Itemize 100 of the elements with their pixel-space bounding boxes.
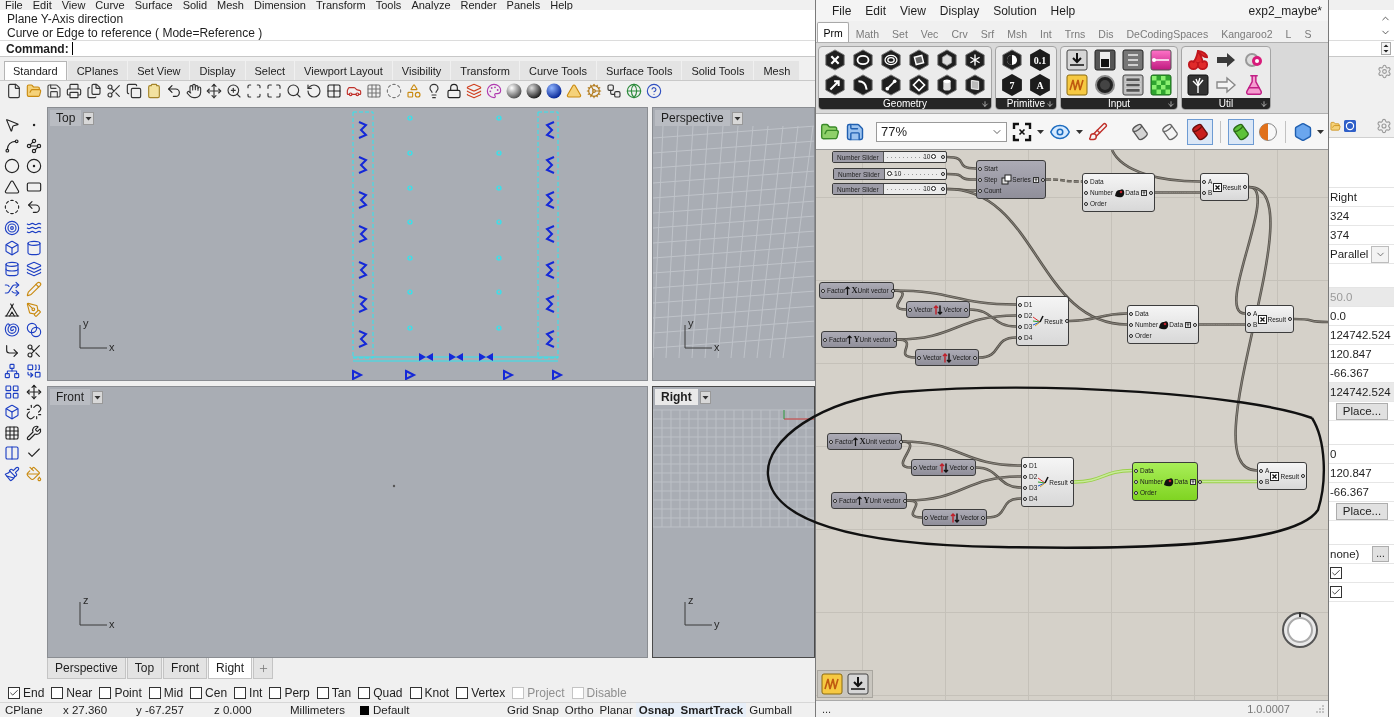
toolbar-tab[interactable]: Transform xyxy=(451,61,520,80)
brush-icon[interactable] xyxy=(1088,121,1108,142)
circle-dot-icon[interactable] xyxy=(26,158,42,174)
rotate-arrow-icon[interactable] xyxy=(306,83,322,99)
menu-item[interactable]: Solution xyxy=(993,3,1037,18)
port-icon[interactable] xyxy=(1247,322,1251,327)
new-file-icon[interactable] xyxy=(6,83,22,99)
move-arrows-icon[interactable] xyxy=(206,83,222,99)
slider-knob[interactable] xyxy=(931,154,937,159)
slider-knob[interactable] xyxy=(887,171,892,176)
status-toggle[interactable]: Gumball xyxy=(746,703,796,717)
port-icon[interactable] xyxy=(1023,463,1027,468)
checkbox[interactable] xyxy=(99,687,112,699)
checkbox[interactable] xyxy=(269,687,282,699)
glyph-hexagon-button[interactable]: 7 xyxy=(1001,74,1023,96)
cplane-label[interactable]: CPlane xyxy=(0,703,50,717)
port-icon[interactable] xyxy=(1134,468,1138,473)
contrast-hexagon-icon[interactable] xyxy=(1001,49,1023,71)
osnap-option[interactable]: Int xyxy=(234,686,263,700)
port-icon[interactable] xyxy=(1018,335,1022,340)
port-icon[interactable] xyxy=(1134,490,1138,495)
cylinder-icon[interactable] xyxy=(26,240,42,256)
layers-icon[interactable] xyxy=(26,260,42,277)
clipboard-icon[interactable] xyxy=(146,83,162,99)
cube-icon[interactable] xyxy=(4,404,20,420)
ring-hexagon-icon[interactable] xyxy=(852,49,874,71)
menu-item[interactable]: Curve xyxy=(95,0,125,10)
component-tab[interactable]: L xyxy=(1279,25,1298,42)
component-tab[interactable]: S xyxy=(1297,25,1318,42)
lines-tile-icon[interactable] xyxy=(1122,49,1144,71)
boxed-tee-icon[interactable] xyxy=(1185,321,1191,328)
scissors-icon[interactable] xyxy=(26,342,42,359)
port-icon[interactable] xyxy=(898,439,903,444)
port-icon[interactable] xyxy=(1243,185,1247,189)
port-icon[interactable] xyxy=(1129,333,1133,338)
move-arrows-icon[interactable] xyxy=(26,383,42,400)
cylinder-hexagon-icon[interactable] xyxy=(936,74,958,96)
target-icon[interactable] xyxy=(4,219,20,236)
knob-icon[interactable] xyxy=(1094,74,1116,96)
toolbar-tab[interactable]: Display xyxy=(190,61,245,80)
help-icon[interactable] xyxy=(646,83,662,99)
caret-icon[interactable] xyxy=(1037,129,1044,134)
grid-icon[interactable] xyxy=(4,424,20,441)
viewport[interactable]: Front z x xyxy=(47,386,648,658)
component-tab[interactable]: Kangaroo2 xyxy=(1214,25,1280,42)
line-hexagon-icon[interactable] xyxy=(880,74,902,96)
viewport-title[interactable]: Perspective xyxy=(655,110,730,126)
port-icon[interactable] xyxy=(978,177,982,182)
viewport-tab[interactable]: Right xyxy=(208,658,253,679)
viewport[interactable]: Right z y xyxy=(652,386,815,658)
port-icon[interactable] xyxy=(913,465,917,470)
osnap-option[interactable]: Point xyxy=(99,686,142,700)
hand-icon[interactable] xyxy=(186,83,202,99)
broken-link-icon[interactable] xyxy=(26,404,42,420)
osnap-option[interactable]: End xyxy=(8,686,45,700)
port-icon[interactable] xyxy=(1018,302,1022,307)
property-checkbox[interactable] xyxy=(1330,567,1342,579)
overlapping-circles-icon[interactable] xyxy=(26,322,42,338)
menu-item[interactable]: Transform xyxy=(315,0,366,10)
port-icon[interactable] xyxy=(1129,311,1133,316)
arrow-hexagon-icon[interactable] xyxy=(824,74,846,96)
menu-item[interactable]: View xyxy=(61,0,86,10)
wrench-icon[interactable] xyxy=(26,424,42,441)
port-icon[interactable] xyxy=(1193,322,1197,327)
property-checkbox[interactable] xyxy=(1330,586,1342,598)
boxed-tee-icon[interactable] xyxy=(1141,189,1147,196)
grid-icon[interactable] xyxy=(4,383,20,400)
triangle-icon[interactable] xyxy=(4,178,20,195)
toolbar-tab[interactable]: Solid Tools xyxy=(682,61,754,80)
spinner-arrows-icon[interactable] xyxy=(1381,42,1391,55)
component-tab[interactable]: Msh xyxy=(1000,25,1034,42)
zigzag-tile-icon[interactable] xyxy=(1066,74,1088,96)
port-icon[interactable] xyxy=(821,288,825,293)
port-icon[interactable] xyxy=(1247,311,1251,316)
cross-hexagon-icon[interactable] xyxy=(824,49,846,71)
network-icon[interactable] xyxy=(4,363,20,379)
units-label[interactable]: Millimeters xyxy=(278,703,356,717)
cube-icon[interactable] xyxy=(4,240,20,256)
crossing-arrows-icon[interactable] xyxy=(4,281,20,297)
printer-icon[interactable] xyxy=(66,83,82,99)
corner-arrow-icon[interactable] xyxy=(4,342,20,359)
status-toggle[interactable]: Osnap xyxy=(635,703,678,717)
port-icon[interactable] xyxy=(978,188,982,193)
status-toggle[interactable]: SmartTrack xyxy=(677,703,747,717)
caret-icon[interactable] xyxy=(1076,129,1083,134)
menu-item[interactable]: Help xyxy=(1050,3,1076,18)
component-tab[interactable]: Dis xyxy=(1091,25,1120,42)
toolbar-tab[interactable]: Select xyxy=(245,61,295,80)
spiral-icon[interactable] xyxy=(4,322,20,338)
gradient-slider-tile-icon[interactable] xyxy=(1150,49,1172,71)
port-icon[interactable] xyxy=(1023,496,1027,501)
slider-knob[interactable] xyxy=(931,186,937,191)
cube-hexagon-icon[interactable] xyxy=(936,49,958,71)
dropdown-caret-icon[interactable] xyxy=(699,390,711,404)
swatch-icon[interactable] xyxy=(360,705,369,715)
menu-item[interactable]: Solid xyxy=(182,0,208,10)
port-icon[interactable] xyxy=(1202,179,1206,184)
port-icon[interactable] xyxy=(1018,313,1022,318)
port-icon[interactable] xyxy=(908,307,912,312)
arc-hexagon-icon[interactable] xyxy=(852,74,874,96)
